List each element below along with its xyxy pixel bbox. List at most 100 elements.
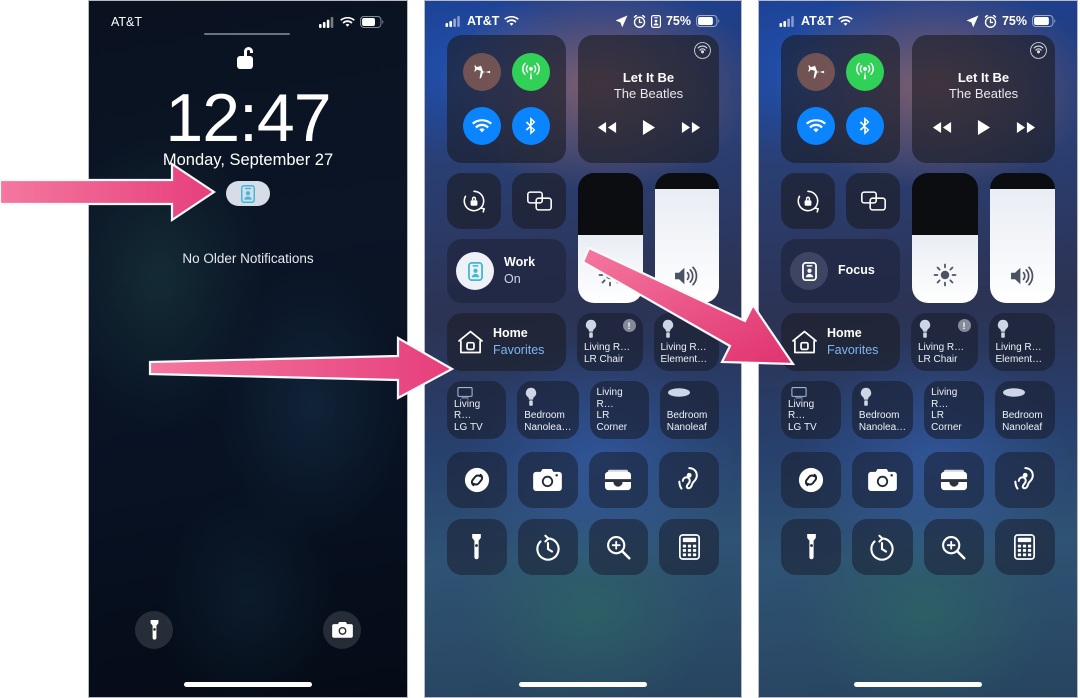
magnifier-button[interactable] (923, 519, 984, 575)
control-center-grid: Let It Be The Beatles (759, 35, 1077, 697)
accessory-tile[interactable]: Living R… LR Corner (589, 381, 649, 439)
accessory-room: Living R… (660, 342, 707, 353)
battery-percent-label: 75% (1001, 14, 1027, 28)
camera-icon (331, 622, 353, 638)
camera-button[interactable] (517, 452, 578, 508)
accessory-tile[interactable]: ! Living R… LR Chair (577, 313, 643, 371)
connectivity-tile[interactable] (447, 35, 566, 163)
play-icon[interactable] (642, 119, 656, 136)
flashlight-button[interactable] (447, 519, 507, 575)
accessory-tile[interactable]: Living R… LR Corner (924, 381, 985, 439)
cellular-data-button[interactable] (846, 53, 885, 91)
volume-slider[interactable] (654, 173, 719, 303)
flashlight-button[interactable] (781, 519, 842, 575)
hearing-button[interactable] (659, 452, 719, 508)
accessory-tile[interactable]: Living R… Element… (653, 313, 719, 371)
tv-icon (791, 387, 807, 399)
accessory-tile[interactable]: Living R… Element… (988, 313, 1055, 371)
cellular-data-button[interactable] (512, 53, 551, 91)
wifi-icon (805, 118, 826, 132)
media-playback-tile[interactable]: Let It Be The Beatles (578, 35, 719, 163)
cc-row-accessories-2: Living R… LG TV Bedroom Nanolea… Living … (781, 381, 1055, 439)
hearing-button[interactable] (994, 452, 1055, 508)
accessory-tile[interactable]: Bedroom Nanolea… (851, 381, 914, 439)
volume-icon (990, 265, 1056, 287)
wifi-button[interactable] (462, 107, 501, 145)
timer-button[interactable] (852, 519, 913, 575)
wallet-button[interactable] (923, 452, 984, 508)
accessory-tile[interactable]: ! Living R… LR Chair (911, 313, 978, 371)
accessory-labels: Living R… LR Chair (918, 342, 971, 365)
accessory-tile[interactable]: Living R… LG TV (781, 381, 841, 439)
rewind-icon[interactable] (932, 121, 952, 134)
control-center-status-bar: AT&T 75% (425, 11, 741, 31)
airplane-mode-icon (474, 65, 490, 79)
fast-forward-icon[interactable] (1016, 121, 1036, 134)
focus-tile[interactable]: Focus (781, 239, 900, 303)
brightness-slider[interactable] (912, 173, 978, 303)
calculator-button[interactable] (994, 519, 1055, 575)
brightness-slider[interactable] (578, 173, 643, 303)
camera-button[interactable] (852, 452, 913, 508)
lockscreen-focus-pill[interactable] (226, 181, 270, 206)
volume-slider[interactable] (989, 173, 1056, 303)
home-tile[interactable]: Home Favorites (781, 313, 900, 371)
lockscreen-camera-button[interactable] (323, 611, 361, 649)
rotation-lock-button[interactable] (781, 173, 835, 229)
battery-icon (696, 15, 720, 27)
airplane-mode-button[interactable] (462, 53, 501, 91)
focus-tile[interactable]: Work On (447, 239, 566, 303)
screen-mirroring-icon (526, 191, 552, 211)
accessory-labels: Bedroom Nanolea… (524, 410, 571, 433)
rotation-lock-button[interactable] (447, 173, 501, 229)
media-playback-tile[interactable]: Let It Be The Beatles (912, 35, 1055, 163)
screen-mirroring-button[interactable] (512, 173, 566, 229)
work-focus-badge-icon (241, 184, 255, 203)
home-tile[interactable]: Home Favorites (447, 313, 566, 371)
bluetooth-button[interactable] (512, 107, 551, 145)
cc-row-toggles-sliders: Focus (781, 173, 1055, 303)
airplay-audio-icon[interactable] (1030, 42, 1047, 64)
accessory-name: LR Corner (596, 410, 628, 433)
lockscreen-flashlight-button[interactable] (135, 611, 173, 649)
accessory-labels: Living R… LR Chair (584, 342, 636, 365)
accessory-tile[interactable]: Bedroom Nanoleaf (659, 381, 720, 439)
house-icon (458, 330, 483, 353)
wifi-button[interactable] (796, 107, 835, 145)
wallet-button[interactable] (588, 452, 649, 508)
lockscreen-clock: 12:47 (165, 80, 331, 156)
calculator-icon (1014, 534, 1036, 560)
accessory-tile[interactable]: Living R… LG TV (447, 381, 507, 439)
fast-forward-icon[interactable] (681, 121, 701, 134)
cellular-bars-icon (445, 15, 460, 27)
house-icon (792, 330, 817, 353)
focus-tile-icon-circle (456, 252, 494, 290)
play-icon[interactable] (977, 119, 991, 136)
cc-row-utilities-1 (447, 452, 719, 508)
screen-mirroring-button[interactable] (846, 173, 900, 229)
accessory-tile[interactable]: Bedroom Nanoleaf (995, 381, 1055, 439)
bluetooth-icon (860, 117, 870, 135)
cc-row-home-accessories-1: Home Favorites ! Living R… LR Chair Livi… (781, 313, 1055, 371)
accessory-tile[interactable]: Bedroom Nanolea… (517, 381, 579, 439)
lightbulb-icon (526, 387, 537, 406)
connectivity-tile[interactable] (781, 35, 900, 163)
shazam-button[interactable] (447, 452, 507, 508)
media-artist: The Beatles (948, 86, 1019, 102)
hearing-icon (1014, 467, 1034, 490)
timer-button[interactable] (517, 519, 578, 575)
camera-icon (533, 469, 562, 491)
magnifier-button[interactable] (588, 519, 649, 575)
home-tile-subtitle: Favorites (827, 342, 879, 357)
accessory-room: Living R… (596, 387, 623, 410)
accessory-room: Living R… (995, 342, 1042, 353)
bluetooth-button[interactable] (846, 107, 885, 145)
home-indicator (854, 682, 982, 687)
accessory-name: LG TV (788, 421, 817, 433)
shazam-button[interactable] (781, 452, 842, 508)
cc-row-toggles-sliders: Work On (447, 173, 719, 303)
airplane-mode-button[interactable] (796, 53, 835, 91)
airplay-audio-icon[interactable] (694, 42, 711, 64)
rewind-icon[interactable] (597, 121, 617, 134)
calculator-button[interactable] (659, 519, 719, 575)
